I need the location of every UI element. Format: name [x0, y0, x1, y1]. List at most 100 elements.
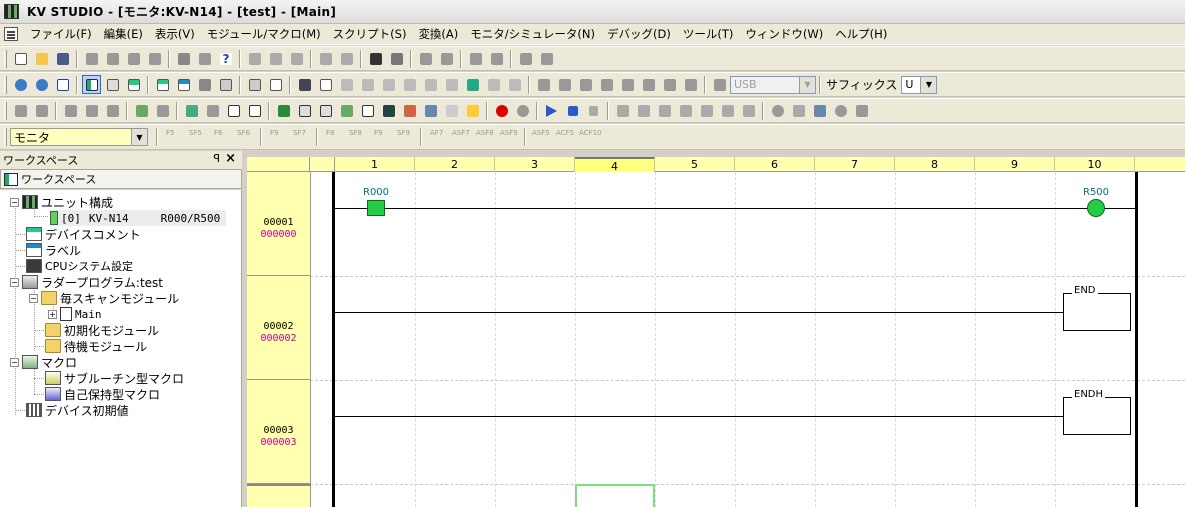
rung-header-1[interactable]: 00001 000000 [247, 172, 310, 276]
menu-window[interactable]: ウィンドウ(W) [739, 25, 829, 44]
write-plc-icon[interactable] [11, 101, 30, 120]
menu-help[interactable]: ヘルプ(H) [829, 25, 893, 44]
stop-icon[interactable] [563, 101, 582, 120]
sampling-icon[interactable] [463, 75, 482, 94]
step-up-icon[interactable] [634, 101, 653, 120]
zoom-fit-icon[interactable] [53, 75, 72, 94]
connection-settings-icon[interactable] [710, 75, 729, 94]
column-8[interactable]: 8 [895, 157, 975, 172]
settings-icon[interactable] [421, 101, 440, 120]
device-comment-icon[interactable] [153, 75, 172, 94]
unit-icon[interactable] [216, 75, 235, 94]
monitor-icon[interactable] [421, 75, 440, 94]
menu-convert[interactable]: 変換(A) [412, 25, 464, 44]
hex-display-icon[interactable] [266, 75, 285, 94]
watch-window-icon[interactable] [124, 75, 143, 94]
read-plc-icon[interactable] [32, 101, 51, 120]
column-4[interactable]: 4 [575, 157, 655, 173]
column-5[interactable]: 5 [655, 157, 735, 172]
rung-header-3[interactable]: 00003 000003 [247, 380, 310, 484]
rung-header-2[interactable]: 00002 000002 [247, 276, 310, 380]
step-end-icon[interactable] [718, 101, 737, 120]
fkey-instruction-icon[interactable]: F8 [322, 128, 344, 147]
batch-monitor-icon[interactable] [182, 101, 201, 120]
cross-reference-icon[interactable] [245, 75, 264, 94]
document-icon[interactable] [4, 27, 18, 41]
overview-icon[interactable] [442, 101, 461, 120]
tree-item-device-init[interactable]: デバイス初期値 [26, 402, 129, 418]
tree-item-unit-kv-n14[interactable]: [0] KV-N14 R000/R500 [50, 210, 226, 226]
bookmark-next-icon[interactable] [437, 49, 456, 68]
column-7[interactable]: 7 [815, 157, 895, 172]
ladder-editor[interactable]: 1 2 3 4 5 6 7 8 9 10 00001 000000 00002 … [247, 157, 1185, 507]
play-icon[interactable] [542, 101, 561, 120]
tree-item-every-scan-module[interactable]: − 毎スキャンモジュール [29, 290, 179, 306]
open-folder-icon[interactable] [32, 49, 51, 68]
fkey-or-b-icon[interactable]: SF6 [234, 128, 256, 147]
fkey-instruction2-icon[interactable]: SF8 [346, 128, 368, 147]
copy-icon[interactable] [266, 49, 285, 68]
expand-icon[interactable]: + [48, 309, 57, 319]
fkey-b-contact-icon[interactable]: SF5 [186, 128, 208, 147]
edit2-icon[interactable] [379, 75, 398, 94]
dev-save-icon[interactable] [245, 101, 264, 120]
alert-icon[interactable] [463, 101, 482, 120]
project-open-icon[interactable] [103, 49, 122, 68]
stop-square-icon[interactable] [852, 101, 871, 120]
dev-icon[interactable] [224, 101, 243, 120]
device-monitor-icon[interactable] [103, 101, 122, 120]
break-icon[interactable] [513, 101, 532, 120]
plc-status-icon[interactable] [505, 75, 524, 94]
fkey-acf5-icon[interactable]: ACF5 [554, 128, 576, 147]
list2-icon[interactable] [316, 101, 335, 120]
new-file-icon[interactable] [11, 49, 30, 68]
transfer2-icon[interactable] [555, 75, 574, 94]
register-icon[interactable] [132, 101, 151, 120]
menu-edit[interactable]: 編集(E) [98, 25, 149, 44]
toolbar-grip[interactable] [4, 75, 7, 94]
register-monitor-icon[interactable] [379, 101, 398, 120]
tree-item-self-hold-macro[interactable]: 自己保持型マクロ [45, 386, 160, 402]
close-icon[interactable]: × [225, 151, 236, 166]
tree-item-init-module[interactable]: 初期化モジュール [45, 322, 159, 338]
project-close-icon[interactable] [145, 49, 164, 68]
bomb-icon[interactable] [831, 101, 850, 120]
run-man-icon[interactable] [400, 101, 419, 120]
step-down-icon[interactable] [697, 101, 716, 120]
access-window-icon[interactable] [484, 75, 503, 94]
menu-monitor-simulator[interactable]: モニタ/シミュレータ(N) [464, 25, 601, 44]
menu-script[interactable]: スクリプト(S) [327, 25, 413, 44]
save-icon[interactable] [53, 49, 72, 68]
print-preview-icon[interactable] [195, 49, 214, 68]
chevron-down-icon[interactable]: ▼ [131, 129, 147, 145]
usb-icon[interactable] [660, 75, 679, 94]
verify-icon[interactable] [597, 75, 616, 94]
chevron-down-icon[interactable]: ▼ [920, 76, 937, 93]
workspace-tab[interactable]: ワークスペース [0, 169, 242, 189]
memory-icon[interactable] [195, 75, 214, 94]
zoom-in-icon[interactable] [11, 75, 30, 94]
wave-icon[interactable] [358, 101, 377, 120]
fkey-coil-b-icon[interactable]: SF7 [290, 128, 312, 147]
grid-alt-icon[interactable] [537, 49, 556, 68]
menu-view[interactable]: 表示(V) [149, 25, 201, 44]
suffix-select[interactable]: U ▼ [901, 75, 938, 94]
tree-item-macro[interactable]: − マクロ [10, 354, 77, 370]
fkey-hline-icon[interactable]: F9 [370, 128, 392, 147]
toolbar-grip[interactable] [4, 49, 7, 68]
screen-icon[interactable] [810, 101, 829, 120]
project-save-icon[interactable] [124, 49, 143, 68]
tree-item-device-comment[interactable]: デバイスコメント [26, 226, 141, 242]
jump-icon[interactable] [466, 49, 485, 68]
chevron-down-icon[interactable]: ▼ [799, 76, 815, 93]
column-3[interactable]: 3 [495, 157, 575, 172]
fkey-falling-or-icon[interactable]: ASF9 [498, 128, 520, 147]
workspace-toggle-icon[interactable] [82, 75, 101, 94]
sync-icon[interactable] [203, 101, 222, 120]
pin-icon[interactable]: ꟼ [213, 152, 220, 165]
connection-select[interactable]: USB ▼ [730, 75, 816, 94]
undo-icon[interactable] [316, 49, 335, 68]
tree-item-cpu-system[interactable]: CPUシステム設定 [26, 258, 133, 274]
contact-r000[interactable] [367, 200, 385, 216]
module-icon[interactable] [337, 75, 356, 94]
